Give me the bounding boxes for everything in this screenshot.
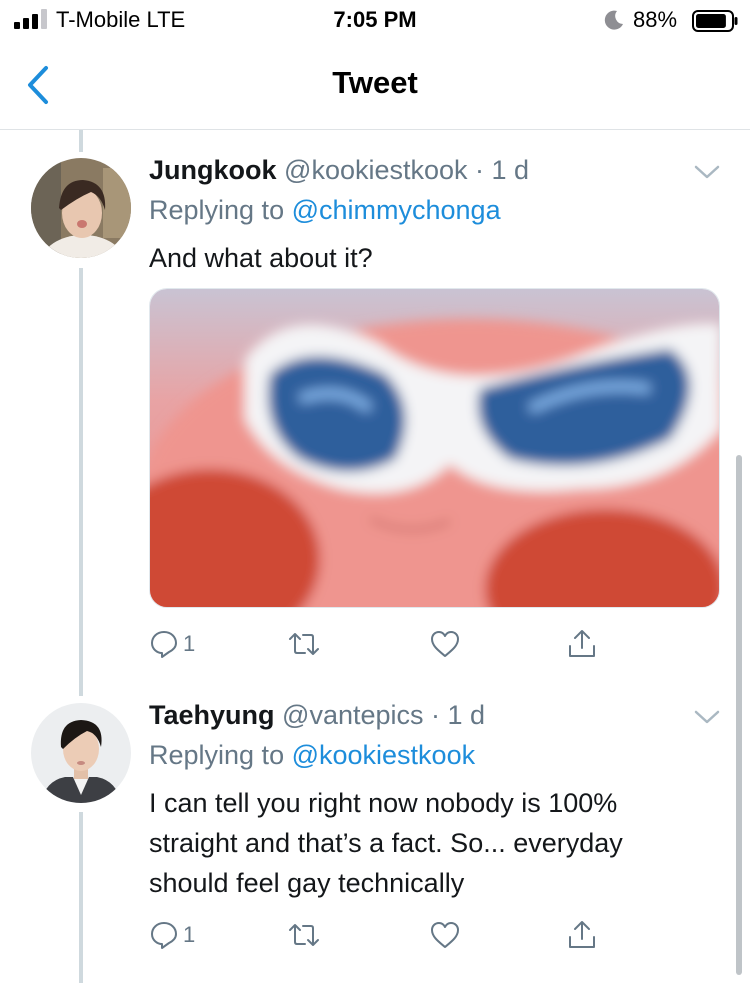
tweet-header: Jungkook @kookiestkook · 1 d xyxy=(149,155,529,186)
tweet-actions: 1 xyxy=(149,915,609,955)
reply-button[interactable]: 1 xyxy=(149,915,195,955)
tweet-header: Taehyung @vantepics · 1 d xyxy=(149,700,485,731)
like-icon xyxy=(431,631,459,657)
avatar[interactable] xyxy=(31,703,131,803)
replying-to-line: Replying to @kookiestkook xyxy=(149,740,475,771)
sunglasses-kirby-image xyxy=(150,289,719,607)
replying-to-label: Replying to xyxy=(149,195,292,225)
share-button[interactable] xyxy=(567,915,597,955)
share-icon xyxy=(569,630,595,657)
scrollbar[interactable] xyxy=(736,455,742,975)
tweet-text: I can tell you right now nobody is 100% … xyxy=(149,788,623,898)
caret-down-icon[interactable] xyxy=(692,162,722,182)
retweet-button[interactable] xyxy=(287,624,321,664)
handle-and-time: @kookiestkook · 1 d xyxy=(284,155,530,185)
caret-down-icon[interactable] xyxy=(692,707,722,727)
avatar[interactable] xyxy=(31,158,131,258)
reply-icon xyxy=(151,631,177,658)
moon-icon xyxy=(604,10,623,30)
share-icon xyxy=(569,921,595,948)
reply-count: 1 xyxy=(183,631,196,656)
thread-line-bottom xyxy=(79,812,83,983)
display-name[interactable]: Jungkook xyxy=(149,155,277,185)
retweet-icon xyxy=(289,633,319,655)
retweet-icon xyxy=(289,924,319,946)
like-button[interactable] xyxy=(429,624,461,664)
mention-link[interactable]: @kookiestkook xyxy=(292,740,476,770)
replying-to-label: Replying to xyxy=(149,740,292,770)
reply-icon xyxy=(151,922,177,949)
avatar-photo-icon xyxy=(31,158,131,258)
replying-to-line: Replying to @chimmychonga xyxy=(149,195,501,226)
tweet-image[interactable] xyxy=(149,288,720,608)
like-button[interactable] xyxy=(429,915,461,955)
status-bar: T-Mobile LTE 7:05 PM 88% xyxy=(0,0,750,40)
like-icon xyxy=(431,922,459,948)
page-title: Tweet xyxy=(332,65,418,100)
battery-icon xyxy=(692,10,738,32)
display-name[interactable]: Taehyung xyxy=(149,700,275,730)
handle-and-time: @vantepics · 1 d xyxy=(282,700,486,730)
avatar-photo-icon xyxy=(31,703,131,803)
navigation-bar: Tweet xyxy=(0,40,750,130)
mention-link[interactable]: @chimmychonga xyxy=(292,195,501,225)
thread-line-top xyxy=(79,130,83,152)
tweet-actions: 1 xyxy=(149,624,609,664)
thread-line-middle xyxy=(79,268,83,696)
reply-count: 1 xyxy=(183,922,196,947)
battery-percentage: 88% xyxy=(633,7,678,32)
reply-button[interactable]: 1 xyxy=(149,624,195,664)
tweet-text: And what about it? xyxy=(149,243,373,273)
retweet-button[interactable] xyxy=(287,915,321,955)
share-button[interactable] xyxy=(567,624,597,664)
